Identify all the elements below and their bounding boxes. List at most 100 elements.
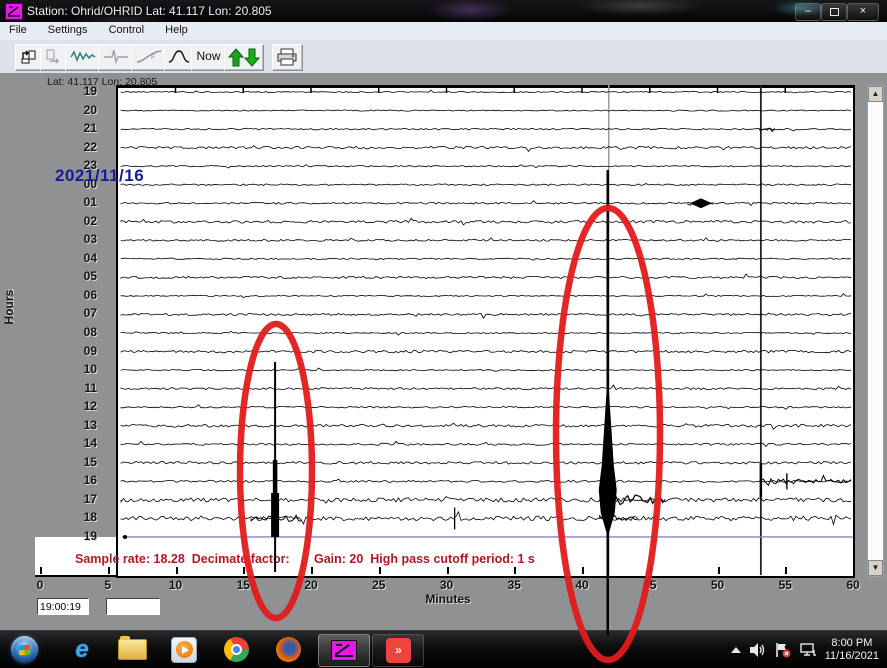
hour-label-19: 19 bbox=[61, 84, 97, 98]
restore-icon bbox=[830, 8, 839, 16]
taskbar-file-explorer[interactable] bbox=[112, 634, 152, 665]
minute-tick-60 bbox=[853, 567, 855, 574]
helicorder-panel: Lat: 41.117 Lon: 20.805 1920212223000102… bbox=[0, 73, 887, 630]
scrollbar-down-arrow[interactable]: ▼ bbox=[868, 560, 883, 576]
minimize-button[interactable]: – bbox=[795, 3, 821, 21]
minute-label-20: 20 bbox=[298, 578, 324, 592]
scroll-up-down-button[interactable] bbox=[224, 44, 264, 71]
hour-label-19: 19 bbox=[61, 529, 97, 543]
minutes-axis-title: Minutes bbox=[420, 592, 476, 606]
filter-icon bbox=[103, 48, 129, 65]
sample-rate-info: Sample rate: 18.28 Decimate factor: Gain… bbox=[75, 552, 535, 566]
title-bar: Station: Ohrid/OHRID Lat: 41.117 Lon: 20… bbox=[0, 0, 887, 22]
minute-label-10: 10 bbox=[163, 578, 189, 592]
menu-help[interactable]: Help bbox=[156, 22, 197, 40]
windows-logo-icon bbox=[11, 636, 38, 663]
hour-label-09: 09 bbox=[61, 344, 97, 358]
volume-icon[interactable] bbox=[749, 642, 767, 658]
internet-explorer-icon: e bbox=[75, 636, 88, 664]
export-icon bbox=[45, 48, 62, 65]
export-button[interactable] bbox=[40, 44, 67, 71]
minute-tick-15 bbox=[243, 567, 245, 574]
scrollbar-up-arrow[interactable]: ▲ bbox=[868, 86, 883, 102]
hour-label-22: 22 bbox=[61, 140, 97, 154]
window-title: Station: Ohrid/OHRID Lat: 41.117 Lon: 20… bbox=[27, 4, 272, 18]
minute-label-0: 0 bbox=[27, 578, 53, 592]
taskbar-clock[interactable]: 8:00 PM 11/16/2021 bbox=[825, 637, 883, 663]
hour-label-02: 02 bbox=[61, 214, 97, 228]
app-icon bbox=[5, 3, 23, 20]
ramp-icon: F bbox=[136, 48, 162, 65]
hour-label-03: 03 bbox=[61, 232, 97, 246]
minute-label-30: 30 bbox=[434, 578, 460, 592]
taskbar-media-player[interactable] bbox=[164, 634, 204, 665]
taskbar-anydesk[interactable]: » bbox=[372, 634, 424, 667]
hour-label-18: 18 bbox=[61, 510, 97, 524]
close-button[interactable]: × bbox=[847, 3, 879, 21]
now-button[interactable]: Now bbox=[191, 44, 226, 71]
filter-button[interactable] bbox=[98, 44, 133, 71]
hour-label-05: 05 bbox=[61, 269, 97, 283]
secondary-field[interactable] bbox=[106, 598, 160, 615]
svg-text:F: F bbox=[151, 54, 155, 61]
minute-tick-0 bbox=[40, 567, 42, 574]
print-button[interactable] bbox=[272, 44, 303, 71]
minute-tick-30 bbox=[447, 567, 449, 574]
taskbar-firefox[interactable] bbox=[268, 634, 308, 665]
taskbar: e » bbox=[0, 630, 887, 668]
minute-tick-55 bbox=[785, 567, 787, 574]
taskbar-seismograph-app-active[interactable] bbox=[318, 634, 370, 667]
hour-label-14: 14 bbox=[61, 436, 97, 450]
vertical-scrollbar[interactable]: ▲ ▼ bbox=[867, 85, 884, 577]
show-hidden-icons-arrow[interactable] bbox=[730, 645, 742, 655]
bell-curve-button[interactable] bbox=[164, 44, 193, 71]
clock-time: 8:00 PM bbox=[825, 637, 879, 650]
menu-file[interactable]: File bbox=[0, 22, 36, 40]
minute-label-50: 50 bbox=[705, 578, 731, 592]
open-button[interactable] bbox=[15, 44, 42, 71]
open-icon bbox=[20, 48, 37, 65]
response-ramp-button[interactable]: F bbox=[131, 44, 166, 71]
start-button[interactable] bbox=[4, 634, 44, 665]
helicorder-plot[interactable] bbox=[116, 85, 855, 578]
clock-date: 11/16/2021 bbox=[825, 650, 879, 663]
menu-control[interactable]: Control bbox=[100, 22, 153, 40]
minute-label-55: 55 bbox=[772, 578, 798, 592]
hour-label-20: 20 bbox=[61, 103, 97, 117]
minute-tick-10 bbox=[176, 567, 178, 574]
seismograph-app-icon bbox=[331, 640, 357, 661]
hour-label-08: 08 bbox=[61, 325, 97, 339]
waveform-button[interactable] bbox=[65, 44, 100, 71]
menu-settings[interactable]: Settings bbox=[39, 22, 97, 40]
hour-label-17: 17 bbox=[61, 492, 97, 506]
menu-bar: File Settings Control Help bbox=[0, 22, 887, 41]
toolbar: F Now bbox=[0, 40, 887, 74]
hour-label-04: 04 bbox=[61, 251, 97, 265]
chrome-icon bbox=[224, 637, 249, 662]
minute-tick-5 bbox=[108, 567, 110, 574]
restore-button[interactable] bbox=[821, 3, 847, 21]
minute-label-40: 40 bbox=[569, 578, 595, 592]
hour-label-10: 10 bbox=[61, 362, 97, 376]
time-field[interactable] bbox=[37, 598, 89, 615]
media-player-icon bbox=[171, 637, 197, 663]
hour-label-12: 12 bbox=[61, 399, 97, 413]
minute-label-5: 5 bbox=[95, 578, 121, 592]
taskbar-chrome[interactable] bbox=[216, 634, 256, 665]
hour-label-11: 11 bbox=[61, 381, 97, 395]
action-center-flag-icon[interactable] bbox=[774, 642, 792, 658]
hour-label-01: 01 bbox=[61, 195, 97, 209]
folder-icon bbox=[118, 639, 147, 660]
bell-curve-icon bbox=[168, 48, 190, 65]
minute-label-60: 60 bbox=[840, 578, 866, 592]
minute-label-35: 35 bbox=[501, 578, 527, 592]
minute-tick-25 bbox=[379, 567, 381, 574]
hour-label-13: 13 bbox=[61, 418, 97, 432]
printer-icon bbox=[276, 48, 299, 66]
firefox-icon bbox=[276, 637, 301, 662]
hours-axis-title: Hours bbox=[2, 285, 16, 329]
network-icon[interactable] bbox=[799, 642, 818, 658]
minute-label-25: 25 bbox=[366, 578, 392, 592]
taskbar-internet-explorer[interactable]: e bbox=[62, 634, 102, 665]
hour-label-06: 06 bbox=[61, 288, 97, 302]
